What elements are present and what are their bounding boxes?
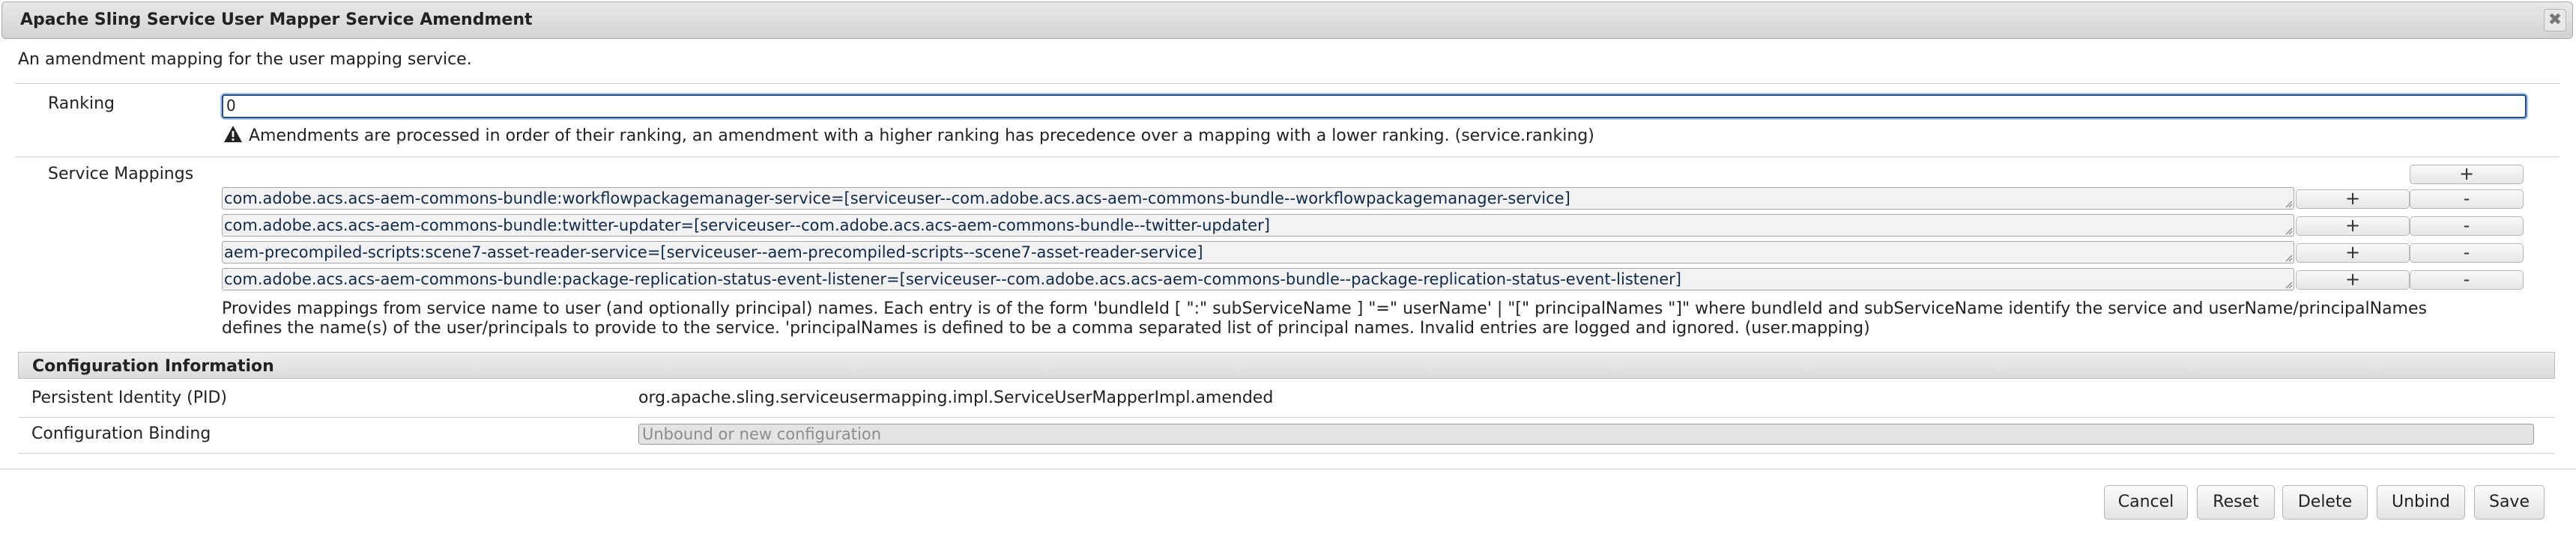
resize-handle-icon[interactable] (2284, 199, 2293, 208)
service-mapping-value: aem-precompiled-scripts:scene7-asset-rea… (224, 243, 1203, 261)
configuration-information-header: Configuration Information (18, 352, 2555, 379)
service-mapping-value: com.adobe.acs.acs-aem-commons-bundle:twi… (224, 216, 1270, 234)
add-mapping-button[interactable]: + (2410, 165, 2524, 184)
add-mapping-button[interactable]: + (2296, 270, 2410, 290)
resize-handle-icon[interactable] (2284, 253, 2293, 262)
service-mapping-value: com.adobe.acs.acs-aem-commons-bundle:wor… (224, 189, 1570, 207)
divider (15, 83, 2560, 84)
pid-label: Persistent Identity (PID) (31, 389, 227, 407)
divider (18, 417, 2555, 418)
service-mappings-label: Service Mappings (48, 165, 194, 183)
service-mappings-help: Provides mappings from service name to u… (222, 299, 2427, 338)
service-mapping-input[interactable]: com.adobe.acs.acs-aem-commons-bundle:pac… (222, 268, 2294, 290)
section-heading: Configuration Information (32, 357, 274, 376)
unbind-button[interactable]: Unbind (2377, 485, 2465, 520)
cancel-button[interactable]: Cancel (2104, 485, 2188, 520)
remove-mapping-button[interactable]: - (2410, 189, 2524, 209)
dialog-title: Apache Sling Service User Mapper Service… (20, 10, 533, 29)
remove-mapping-button[interactable]: - (2410, 216, 2524, 236)
resize-handle-icon[interactable] (2284, 280, 2293, 289)
remove-mapping-button[interactable]: - (2410, 243, 2524, 263)
add-mapping-button[interactable]: + (2296, 216, 2410, 236)
ranking-hint: Amendments are processed in order of the… (223, 125, 1594, 147)
divider (18, 453, 2555, 454)
service-mapping-input[interactable]: com.adobe.acs.acs-aem-commons-bundle:twi… (222, 214, 2294, 237)
close-icon[interactable]: ✖ (2544, 9, 2566, 31)
add-mapping-button[interactable]: + (2296, 189, 2410, 209)
save-button[interactable]: Save (2474, 485, 2545, 520)
service-mapping-value: com.adobe.acs.acs-aem-commons-bundle:pac… (224, 270, 1681, 288)
configuration-binding-field[interactable]: Unbound or new configuration (638, 424, 2534, 445)
remove-mapping-button[interactable]: - (2410, 270, 2524, 290)
delete-button[interactable]: Delete (2282, 485, 2368, 520)
dialog-titlebar: Apache Sling Service User Mapper Service… (1, 1, 2573, 39)
service-mapping-input[interactable]: com.adobe.acs.acs-aem-commons-bundle:wor… (222, 187, 2294, 210)
ranking-label: Ranking (48, 94, 115, 113)
config-dialog: Apache Sling Service User Mapper Service… (0, 0, 2576, 533)
warning-icon (223, 125, 243, 147)
reset-button[interactable]: Reset (2197, 485, 2275, 520)
service-mapping-input[interactable]: aem-precompiled-scripts:scene7-asset-rea… (222, 241, 2294, 264)
dialog-description: An amendment mapping for the user mappin… (18, 50, 472, 69)
configuration-binding-label: Configuration Binding (31, 424, 211, 443)
ranking-hint-text: Amendments are processed in order of the… (249, 127, 1594, 145)
divider (15, 156, 2560, 157)
resize-handle-icon[interactable] (2284, 226, 2293, 235)
pid-value: org.apache.sling.serviceusermapping.impl… (638, 389, 1274, 407)
ranking-input[interactable]: 0 (222, 94, 2527, 118)
add-mapping-button[interactable]: + (2296, 243, 2410, 263)
